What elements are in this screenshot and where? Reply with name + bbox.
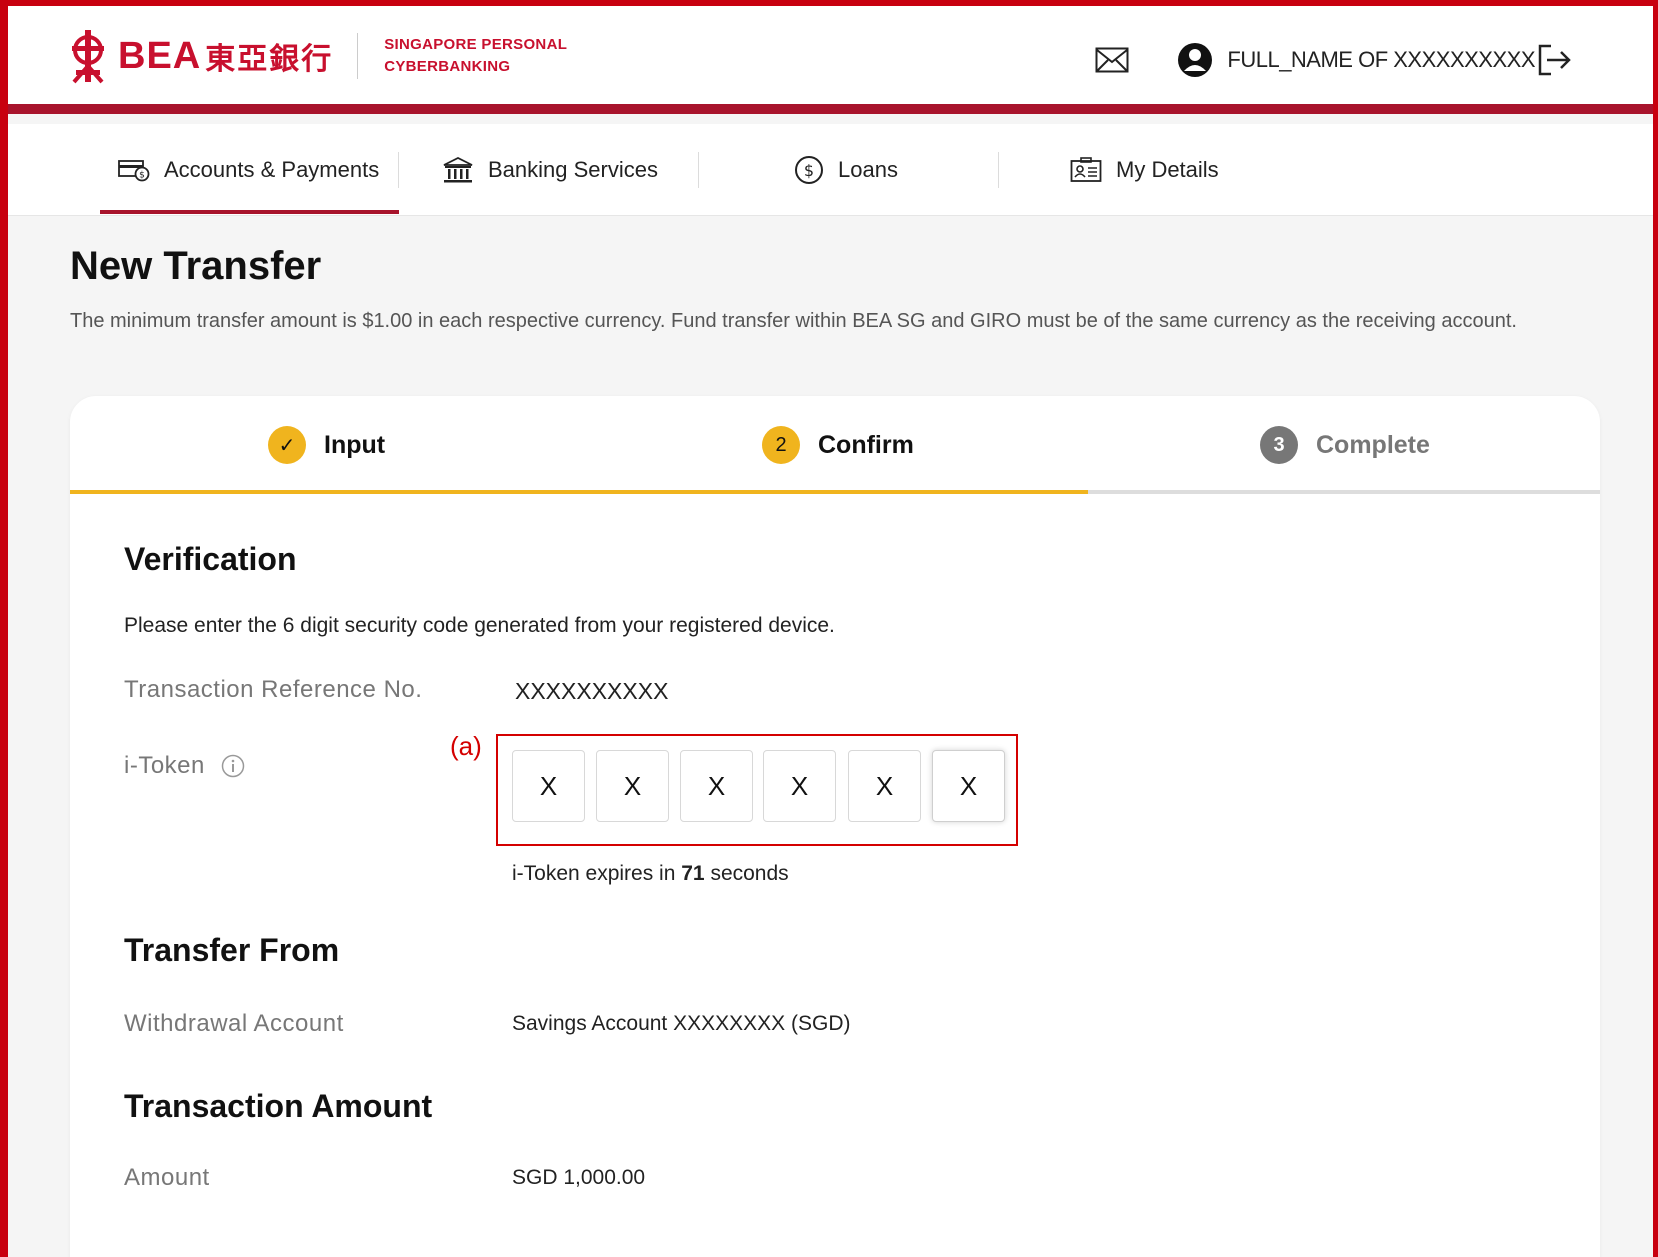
logout-icon[interactable] (1537, 43, 1573, 77)
transaction-ref-label: Transaction Reference No. (124, 676, 423, 703)
itoken-digit-4[interactable]: X (763, 750, 836, 822)
amount-label: Amount (124, 1164, 210, 1191)
nav-separator (698, 152, 699, 188)
brand-name-chinese: 東亞銀行 (205, 42, 334, 77)
app-frame: BEA 東亞銀行 SINGAPORE PERSONAL CYBERBANKING… (8, 6, 1653, 1257)
brand-name: BEA (118, 34, 202, 77)
step-progress-filled (70, 490, 1088, 494)
brand-subtitle-line2: CYBERBANKING (384, 58, 511, 75)
verification-instruction: Please enter the 6 digit security code g… (124, 614, 835, 637)
itoken-expiry: i-Token expires in 71 seconds (512, 862, 789, 886)
annotation-label: (a) (450, 731, 482, 761)
verification-title: Verification (124, 541, 297, 577)
nav-active-indicator (100, 210, 399, 214)
header-actions: FULL_NAME OF XXXXXXXXXX (1095, 42, 1573, 78)
step-number: 3 (1260, 426, 1298, 464)
step-confirm: 2 Confirm (762, 426, 914, 464)
transaction-amount-title: Transaction Amount (124, 1088, 433, 1124)
itoken-digit-6[interactable]: X (932, 750, 1005, 822)
transaction-ref-value: XXXXXXXXXX (515, 678, 669, 704)
expiry-seconds: 71 (681, 862, 705, 885)
step-label: Confirm (818, 430, 914, 459)
transfer-card: ✓ Input 2 Confirm 3 Complete Verificatio… (70, 396, 1600, 1257)
top-header: BEA 東亞銀行 SINGAPORE PERSONAL CYBERBANKING… (8, 6, 1653, 114)
nav-label: Loans (838, 157, 898, 182)
amount-value: SGD 1,000.00 (512, 1166, 646, 1189)
itoken-digit-3[interactable]: X (680, 750, 753, 822)
withdrawal-account-label: Withdrawal Account (124, 1010, 344, 1037)
brand-subtitle-line1: SINGAPORE PERSONAL (384, 36, 568, 53)
step-progress-remaining (1088, 490, 1600, 494)
check-icon: ✓ (268, 426, 306, 464)
bea-logo[interactable]: BEA 東亞銀行 SINGAPORE PERSONAL CYBERBANKING (68, 28, 567, 84)
brand-subtitle: SINGAPORE PERSONAL CYBERBANKING (384, 34, 567, 78)
nav-separator (398, 152, 399, 188)
info-icon[interactable] (221, 754, 245, 778)
progress-steps: ✓ Input 2 Confirm 3 Complete (70, 396, 1600, 496)
id-card-icon (1070, 157, 1102, 182)
nav-my-details[interactable]: My Details (1070, 124, 1219, 216)
itoken-digit-5[interactable]: X (848, 750, 921, 822)
logo-divider (357, 33, 359, 79)
itoken-label: i-Token (124, 752, 205, 779)
svg-text:$: $ (804, 161, 814, 180)
dollar-coin-icon: $ (795, 156, 823, 184)
nav-label: Banking Services (488, 157, 658, 182)
bea-emblem-icon (72, 30, 104, 84)
expiry-suffix: seconds (704, 862, 789, 885)
accounts-payments-icon: $ (118, 160, 150, 182)
step-input: ✓ Input (268, 426, 385, 464)
nav-loans[interactable]: $ Loans (794, 124, 898, 216)
step-label: Complete (1316, 430, 1430, 459)
user-icon[interactable] (1177, 42, 1213, 78)
nav-separator (998, 152, 999, 188)
nav-accounts-payments[interactable]: $ Accounts & Payments (118, 124, 379, 216)
transfer-from-title: Transfer From (124, 932, 340, 968)
itoken-digit-1[interactable]: X (512, 750, 585, 822)
expiry-prefix: i-Token expires in (512, 862, 682, 885)
step-complete: 3 Complete (1260, 426, 1430, 464)
itoken-label-group: i-Token (124, 752, 245, 780)
nav-label: My Details (1116, 157, 1219, 182)
page-description: The minimum transfer amount is $1.00 in … (70, 310, 1517, 332)
nav-banking-services[interactable]: Banking Services (442, 124, 658, 216)
withdrawal-account-value: Savings Account XXXXXXXX (SGD) (512, 1012, 851, 1035)
page-title: New Transfer (70, 244, 322, 288)
svg-text:$: $ (139, 171, 145, 181)
mail-icon[interactable] (1095, 47, 1129, 73)
user-name[interactable]: FULL_NAME OF XXXXXXXXXX (1227, 47, 1535, 73)
nav-label: Accounts & Payments (164, 157, 380, 182)
step-number: 2 (762, 426, 800, 464)
itoken-digit-2[interactable]: X (596, 750, 669, 822)
main-nav: $ Accounts & Payments Banking Services $ (8, 124, 1653, 216)
bank-building-icon (443, 156, 473, 183)
step-label: Input (324, 430, 386, 459)
